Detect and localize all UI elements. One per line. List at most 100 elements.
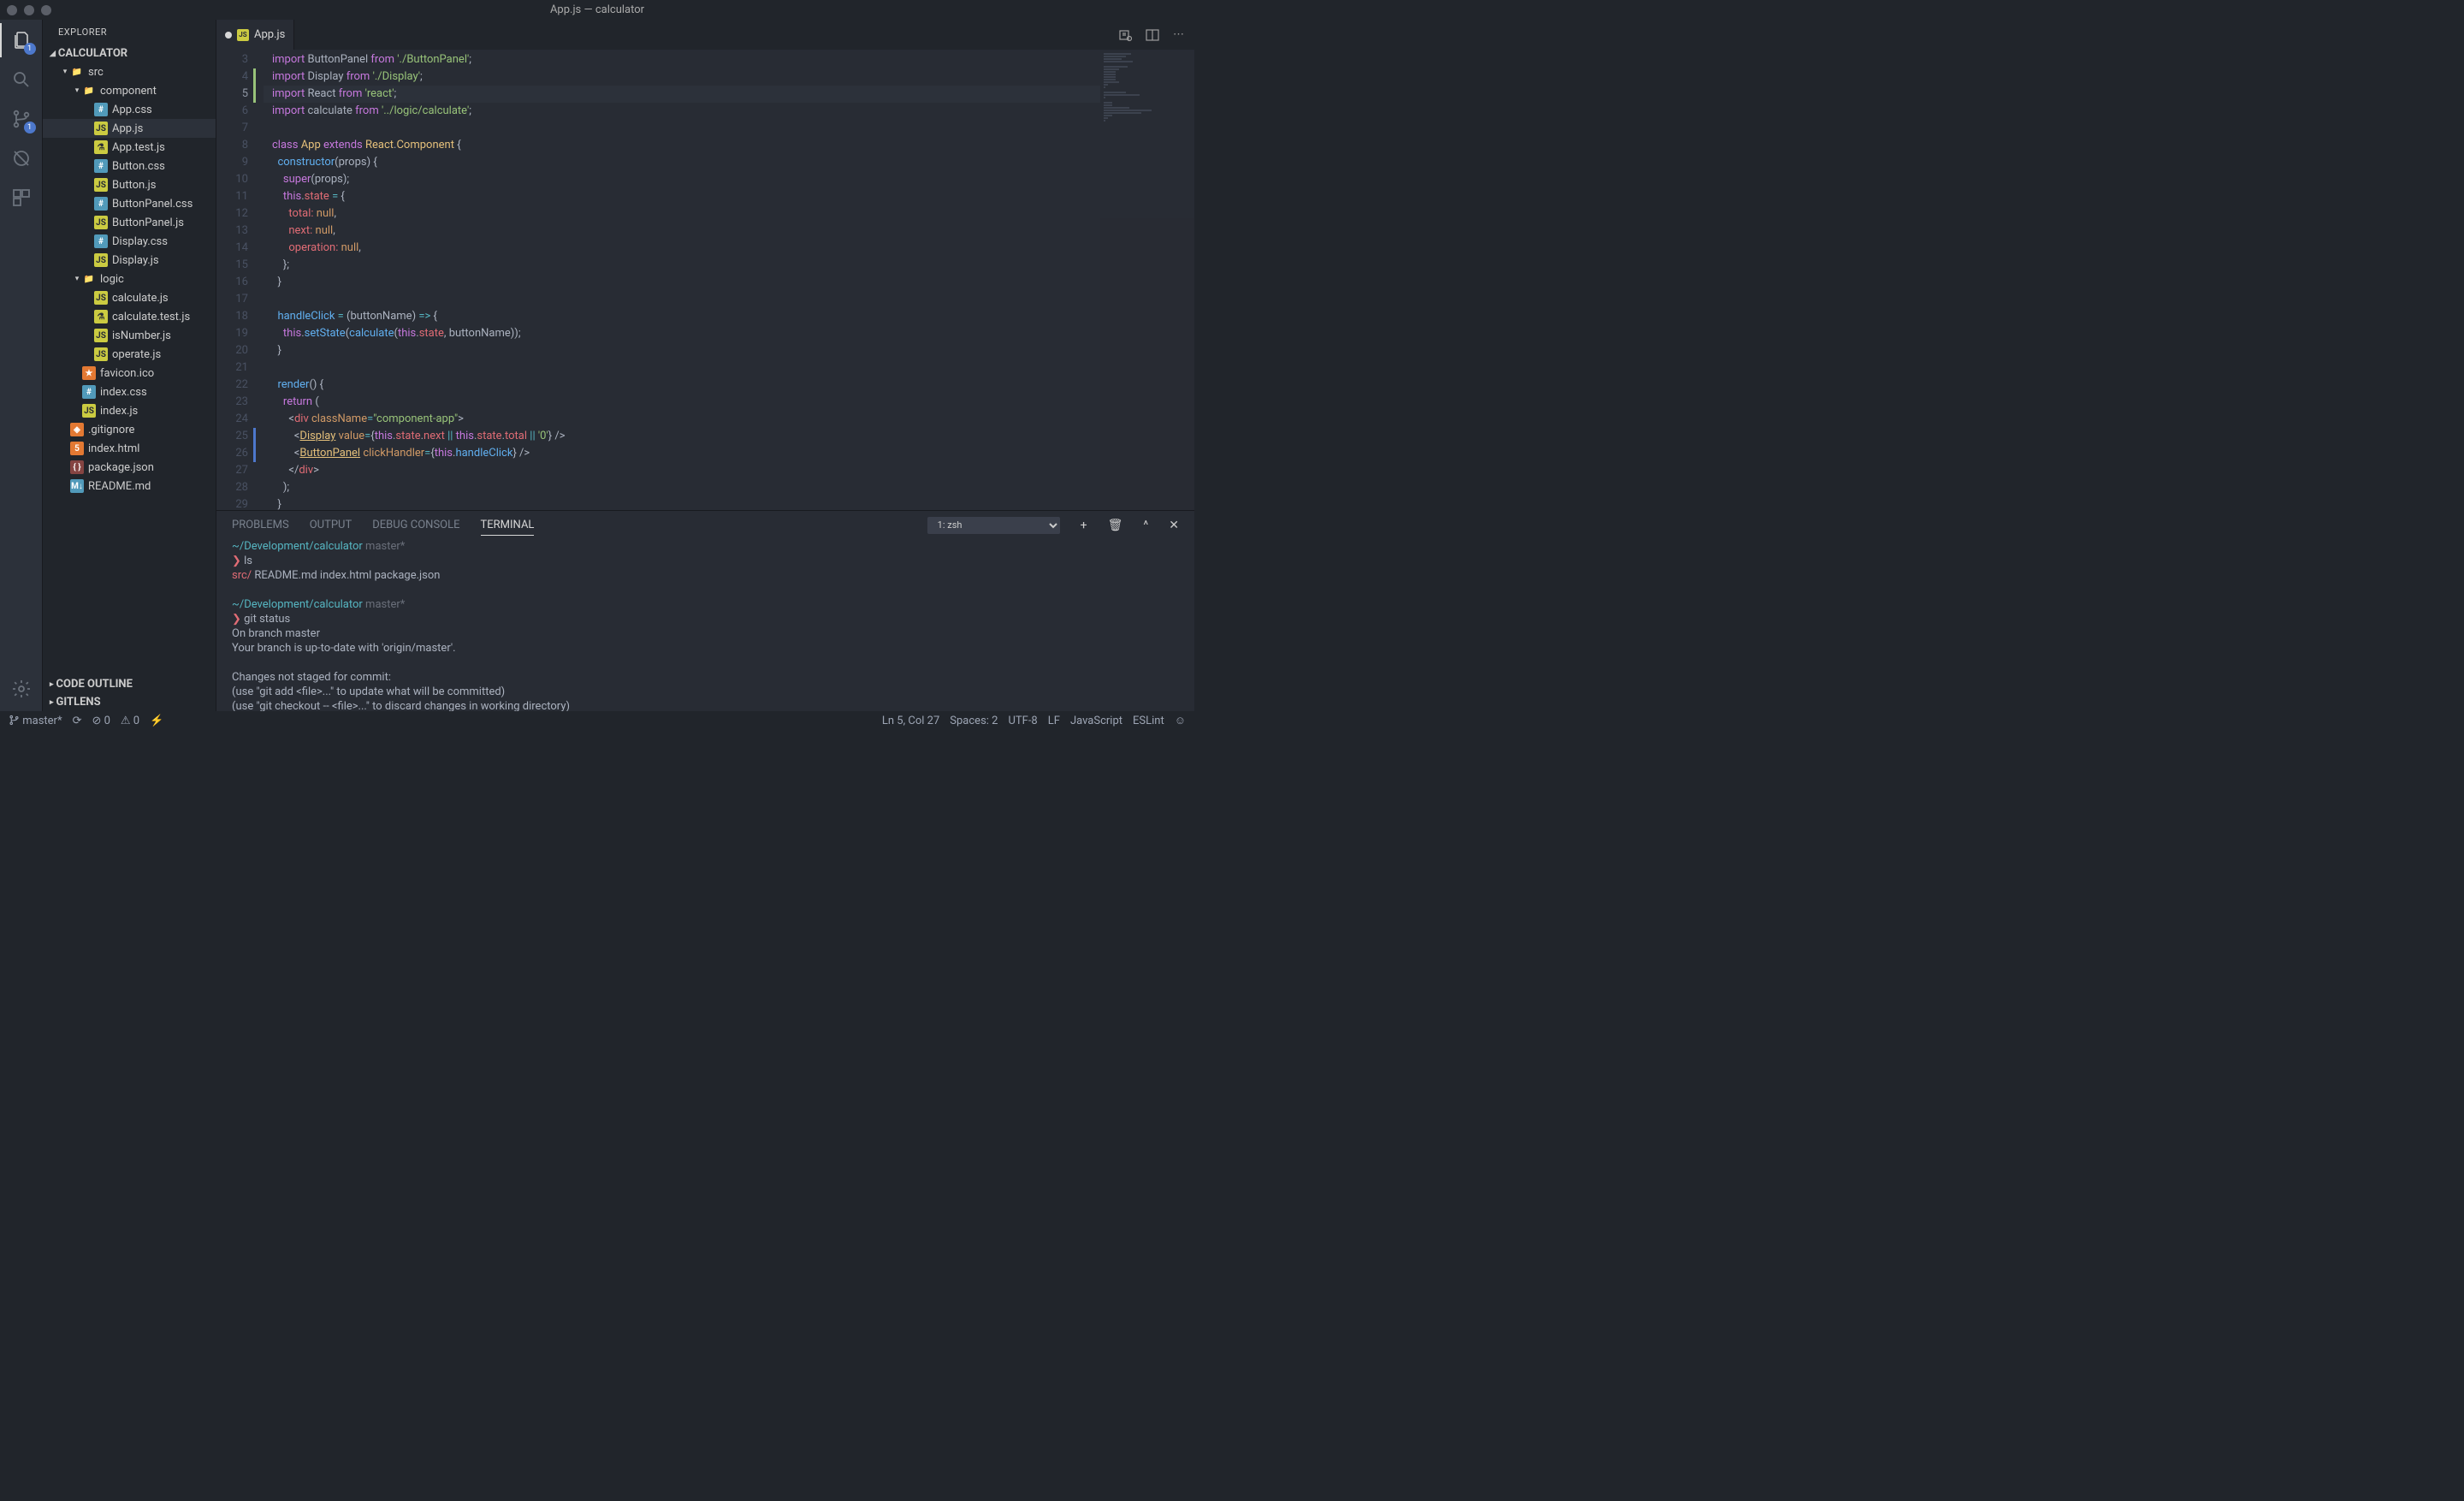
test-icon: ⚗	[94, 310, 108, 323]
status-cursor[interactable]: Ln 5, Col 27	[882, 715, 939, 727]
favicon-icon: ★	[82, 366, 96, 380]
status-bolt[interactable]: ⚡	[150, 715, 163, 727]
status-spaces[interactable]: Spaces: 2	[950, 715, 998, 727]
activity-search[interactable]	[9, 68, 33, 92]
panel-tab[interactable]: DEBUG CONSOLE	[372, 515, 459, 536]
folder-icon: 📁	[82, 272, 96, 286]
tree-item-label: logic	[100, 273, 124, 286]
new-terminal-icon[interactable]: +	[1081, 519, 1087, 532]
gear-icon	[11, 679, 32, 699]
status-encoding[interactable]: UTF-8	[1008, 715, 1037, 727]
tree-item-label: Button.css	[112, 160, 165, 173]
tree-item-label: component	[100, 85, 157, 98]
activity-explorer[interactable]: 1	[9, 28, 33, 52]
js-icon: JS	[94, 216, 108, 229]
css-icon: #	[94, 197, 108, 211]
tree-item-label: isNumber.js	[112, 329, 171, 342]
panel: PROBLEMS OUTPUT DEBUG CONSOLE TERMINAL 1: z…	[216, 510, 1194, 711]
tab-app-js[interactable]: JS App.js	[216, 20, 294, 50]
tab-label: App.js	[254, 28, 285, 41]
kill-terminal-icon[interactable]: 🗑	[1108, 519, 1123, 532]
tree-item[interactable]: JSButton.js	[43, 175, 216, 194]
activity-debug[interactable]	[9, 146, 33, 170]
code-area[interactable]: import ButtonPanel from './ButtonPanel';…	[264, 50, 1100, 510]
status-lang[interactable]: JavaScript	[1070, 715, 1122, 727]
tree-item[interactable]: ▾📁src	[43, 62, 216, 81]
tree-item[interactable]: JSoperate.js	[43, 345, 216, 364]
activity-scm[interactable]: 1	[9, 107, 33, 131]
tree-item[interactable]: JSDisplay.js	[43, 251, 216, 270]
panel-tab[interactable]: PROBLEMS	[232, 515, 289, 536]
compare-changes-icon[interactable]	[1118, 28, 1132, 42]
editor-tabs: JS App.js ⋯	[216, 20, 1194, 50]
tree-item-label: favicon.ico	[100, 367, 154, 380]
js-icon: JS	[94, 329, 108, 342]
split-editor-icon[interactable]	[1146, 28, 1159, 42]
activity-extensions[interactable]	[9, 186, 33, 210]
tree-item[interactable]: #App.css	[43, 100, 216, 119]
tree-item-label: Display.js	[112, 254, 159, 267]
panel-tab[interactable]: OUTPUT	[310, 515, 352, 536]
debug-icon	[11, 148, 32, 169]
line-gutter: 3456789101112131415161718192021222324252…	[216, 50, 264, 510]
traffic-zoom[interactable]	[41, 5, 51, 15]
tree-item[interactable]: #index.css	[43, 383, 216, 401]
terminal[interactable]: ~/Development/calculator master*❯ lssrc/…	[216, 539, 1194, 711]
tree-item-label: index.css	[100, 386, 147, 399]
tree-item[interactable]: JSButtonPanel.js	[43, 213, 216, 232]
activity-bar: 1 1	[0, 20, 43, 711]
tree-item-label: calculate.js	[112, 292, 169, 305]
project-section[interactable]: ◢CALCULATOR	[43, 44, 216, 62]
tree-item-label: .gitignore	[88, 424, 134, 436]
tree-item[interactable]: JS isNumber.js	[43, 326, 216, 345]
more-actions-icon[interactable]: ⋯	[1173, 28, 1184, 41]
git-icon: ◈	[70, 423, 84, 436]
tree-item[interactable]: { } package.json	[43, 458, 216, 477]
js-icon: JS	[237, 29, 249, 41]
tree-item[interactable]: JSindex.js	[43, 401, 216, 420]
close-panel-icon[interactable]: ✕	[1169, 519, 1179, 532]
folder-icon: 📁	[82, 84, 96, 98]
outline-section[interactable]: ▸CODE OUTLINE	[43, 675, 216, 693]
status-sync[interactable]: ⟳	[73, 715, 82, 727]
tree-item[interactable]: #Button.css	[43, 157, 216, 175]
minimap[interactable]	[1100, 50, 1194, 510]
panel-tab[interactable]: TERMINAL	[481, 515, 535, 536]
json-icon: { }	[70, 460, 84, 474]
maximize-panel-icon[interactable]: ^	[1143, 519, 1148, 532]
tree-item[interactable]: ⚗calculate.test.js	[43, 307, 216, 326]
tree-item[interactable]: ★ favicon.ico	[43, 364, 216, 383]
traffic-minimize[interactable]	[24, 5, 34, 15]
status-eol[interactable]: LF	[1048, 715, 1060, 727]
status-errors[interactable]: ⊘ 0	[92, 715, 110, 727]
gitlens-section[interactable]: ▸GITLENS	[43, 693, 216, 711]
tree-item-label: package.json	[88, 461, 154, 474]
traffic-close[interactable]	[7, 5, 17, 15]
tree-item-label: index.js	[100, 405, 138, 418]
tree-item[interactable]: 5index.html	[43, 439, 216, 458]
gitlens-label: GITLENS	[56, 696, 101, 709]
tree-item[interactable]: ⚗App.test.js	[43, 138, 216, 157]
tree-item[interactable]: #Display.css	[43, 232, 216, 251]
activity-settings[interactable]	[9, 677, 33, 701]
editor[interactable]: 3456789101112131415161718192021222324252…	[216, 50, 1194, 510]
status-lint[interactable]: ESLint	[1133, 715, 1164, 727]
html-icon: 5	[70, 442, 84, 455]
tree-item[interactable]: JScalculate.js	[43, 288, 216, 307]
status-feedback[interactable]: ☺	[1175, 714, 1186, 727]
tree-item[interactable]: #ButtonPanel.css	[43, 194, 216, 213]
tree-item-label: operate.js	[112, 348, 161, 361]
tree-item[interactable]: JSApp.js	[43, 119, 216, 138]
tree-item-label: README.md	[88, 480, 151, 493]
tree-item[interactable]: ▾📁logic	[43, 270, 216, 288]
css-icon: #	[94, 234, 108, 248]
status-warnings[interactable]: ⚠ 0	[121, 715, 139, 727]
terminal-selector[interactable]: 1: zsh	[927, 517, 1060, 534]
modified-indicator-icon	[225, 32, 232, 39]
tree-item-label: src	[88, 66, 104, 79]
tree-item[interactable]: M↓README.md	[43, 477, 216, 495]
tree-item[interactable]: ▾📁component	[43, 81, 216, 100]
sidebar: EXPLORER ◢CALCULATOR ▾📁src▾📁component#Ap…	[43, 20, 216, 711]
status-branch[interactable]: master*	[9, 715, 62, 727]
tree-item[interactable]: ◈ .gitignore	[43, 420, 216, 439]
